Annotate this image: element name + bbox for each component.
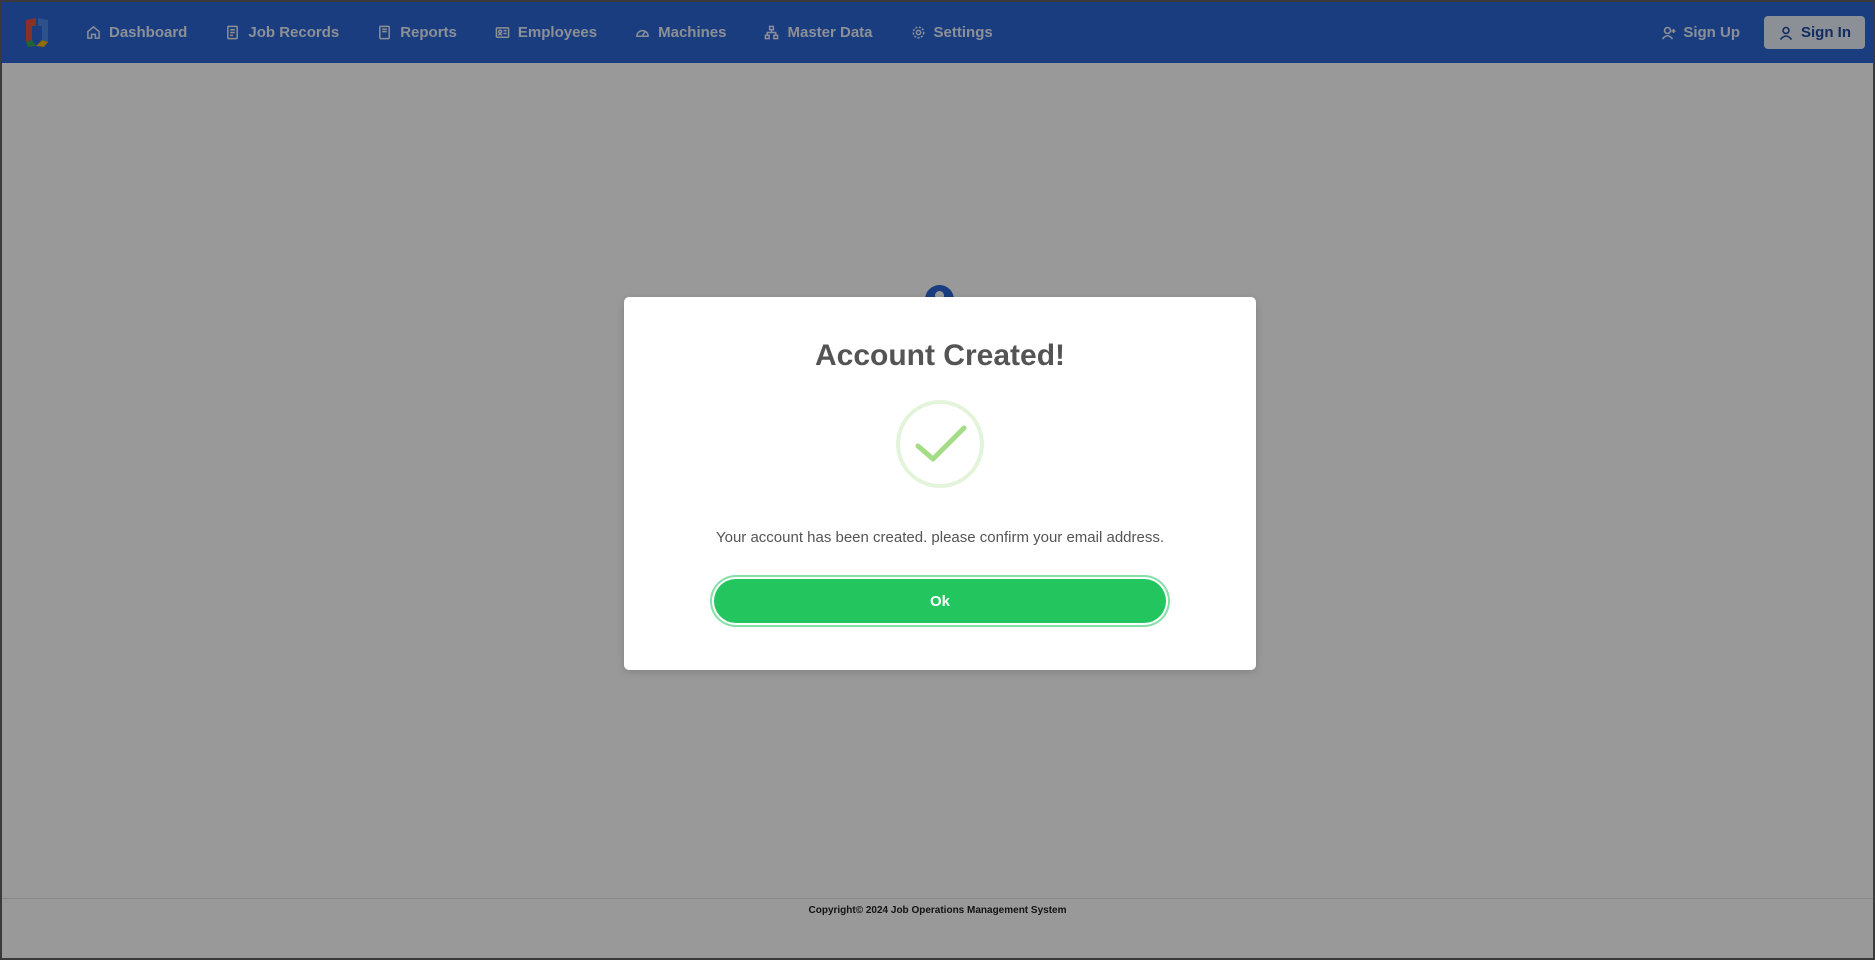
success-dialog: Account Created! Your account has been c… — [624, 297, 1256, 670]
app-window: Dashboard Job Records Reports Employees … — [0, 0, 1875, 960]
dialog-message: Your account has been created. please co… — [715, 529, 1165, 546]
success-check-icon — [896, 400, 984, 488]
ok-button[interactable]: Ok — [714, 579, 1166, 623]
dialog-title: Account Created! — [814, 339, 1066, 372]
